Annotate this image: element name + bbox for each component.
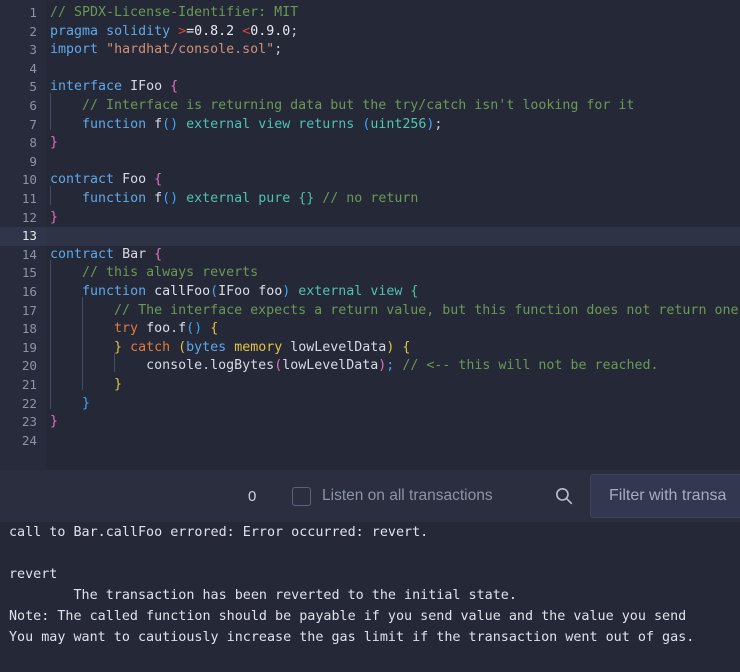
- line-content: }: [82, 395, 91, 411]
- line-content: function f() external pure {} // no retu…: [82, 191, 419, 206]
- line-content: contract Foo {: [50, 172, 163, 188]
- line-number: 13: [0, 227, 46, 246]
- line-content: // this always reverts: [82, 265, 259, 281]
- line-content: // The interface expects a return value,…: [114, 302, 739, 318]
- code-line[interactable]: 2 pragma solidity >=0.8.2 <0.9.0;: [0, 22, 740, 42]
- code-line[interactable]: 11 function f() external pure {} // no r…: [0, 190, 740, 209]
- code-line[interactable]: 10 contract Foo {: [0, 171, 740, 190]
- terminal-line: Note: The called function should be paya…: [9, 609, 687, 624]
- code-line[interactable]: 15 // this always reverts: [0, 264, 740, 283]
- search-icon[interactable]: [553, 485, 575, 507]
- line-number: 7: [0, 115, 46, 135]
- code-line[interactable]: 7 function f() external view returns (ui…: [0, 115, 740, 135]
- code-line[interactable]: 5 interface IFoo {: [0, 78, 740, 97]
- terminal-output[interactable]: call to Bar.callFoo errored: Error occur…: [0, 522, 740, 672]
- indent-guide: [50, 260, 51, 409]
- line-number: 16: [0, 283, 46, 302]
- line-content: // Interface is returning data but the t…: [82, 98, 635, 113]
- listen-all-transactions-checkbox[interactable]: [292, 486, 311, 506]
- line-number: 1: [0, 4, 46, 23]
- code-line[interactable]: 22 }: [0, 394, 740, 414]
- line-number: 15: [0, 264, 46, 283]
- code-editor[interactable]: 1 // SPDX-License-Identifier: MIT 2 prag…: [0, 0, 740, 470]
- code-line[interactable]: 9: [0, 152, 740, 172]
- code-line-active[interactable]: 13: [0, 227, 740, 246]
- code-line[interactable]: 23 }: [0, 413, 740, 432]
- line-number: 8: [0, 134, 46, 153]
- code-line[interactable]: 6 // Interface is returning data but the…: [0, 97, 740, 116]
- listen-all-transactions-label: Listen on all transactions: [322, 487, 493, 504]
- terminal-line: You may want to cautiously increase the …: [9, 630, 695, 645]
- code-line[interactable]: 16 function callFoo(IFoo foo) external v…: [0, 283, 740, 302]
- line-content: function f() external view returns (uint…: [82, 116, 443, 132]
- line-content: }: [50, 209, 59, 225]
- terminal-toolbar: 0 Listen on all transactions Filter with…: [0, 470, 740, 522]
- line-content: }: [50, 414, 59, 430]
- code-line[interactable]: 4: [0, 59, 740, 79]
- code-line[interactable]: 1 // SPDX-License-Identifier: MIT: [0, 4, 740, 23]
- line-number: 3: [0, 41, 46, 60]
- transaction-filter-input[interactable]: Filter with transa: [590, 474, 740, 518]
- remix-ide-window: 1 // SPDX-License-Identifier: MIT 2 prag…: [0, 0, 740, 672]
- indent-guide: [82, 297, 83, 390]
- terminal-line: revert: [9, 567, 58, 582]
- line-number: 17: [0, 301, 46, 321]
- line-content: }: [50, 135, 59, 151]
- line-number: 18: [0, 320, 46, 339]
- code-line[interactable]: 24: [0, 431, 740, 451]
- line-content: try foo.f() {: [114, 321, 219, 337]
- line-number: 10: [0, 171, 46, 190]
- line-content: contract Bar {: [50, 246, 163, 262]
- line-number: 2: [0, 22, 46, 42]
- line-content: pragma solidity >=0.8.2 <0.9.0;: [50, 23, 299, 39]
- transaction-count: 0: [248, 487, 257, 505]
- line-content: interface IFoo {: [50, 79, 179, 95]
- code-line[interactable]: 8 }: [0, 134, 740, 153]
- terminal-line: call to Bar.callFoo errored: Error occur…: [9, 525, 429, 540]
- line-number: 6: [0, 97, 46, 116]
- line-number: 23: [0, 413, 46, 432]
- line-number: 5: [0, 78, 46, 97]
- code-lines-container[interactable]: 1 // SPDX-License-Identifier: MIT 2 prag…: [0, 0, 740, 470]
- indent-guide: [114, 353, 115, 372]
- line-content: console.logBytes(lowLevelData); // <-- t…: [146, 358, 659, 374]
- line-number: 20: [0, 357, 46, 376]
- line-number: 19: [0, 338, 46, 358]
- line-content: // SPDX-License-Identifier: MIT: [50, 5, 299, 20]
- code-line[interactable]: 17 // The interface expects a return val…: [0, 301, 740, 321]
- code-line[interactable]: 21 }: [0, 376, 740, 395]
- line-number: 11: [0, 190, 46, 209]
- line-number: 14: [0, 245, 46, 265]
- indent-guide: [50, 93, 51, 130]
- line-number: 24: [0, 431, 46, 451]
- line-number: 12: [0, 208, 46, 228]
- code-line[interactable]: 3 import "hardhat/console.sol";: [0, 41, 740, 60]
- code-line[interactable]: 19 } catch (bytes memory lowLevelData) {: [0, 338, 740, 358]
- code-line[interactable]: 20 console.logBytes(lowLevelData); // <-…: [0, 357, 740, 376]
- line-number: 4: [0, 59, 46, 79]
- line-content: }: [114, 377, 123, 392]
- line-number: 21: [0, 376, 46, 395]
- indent-guide: [50, 186, 51, 205]
- terminal-line: The transaction has been reverted to the…: [9, 588, 517, 603]
- code-line[interactable]: 18 try foo.f() {: [0, 320, 740, 339]
- line-content: } catch (bytes memory lowLevelData) {: [114, 339, 411, 355]
- line-number: 9: [0, 152, 46, 172]
- code-line[interactable]: 12 }: [0, 208, 740, 228]
- line-content: function callFoo(IFoo foo) external view…: [82, 284, 419, 299]
- code-line[interactable]: 14 contract Bar {: [0, 245, 740, 265]
- line-content: import "hardhat/console.sol";: [50, 42, 283, 58]
- line-number: 22: [0, 394, 46, 414]
